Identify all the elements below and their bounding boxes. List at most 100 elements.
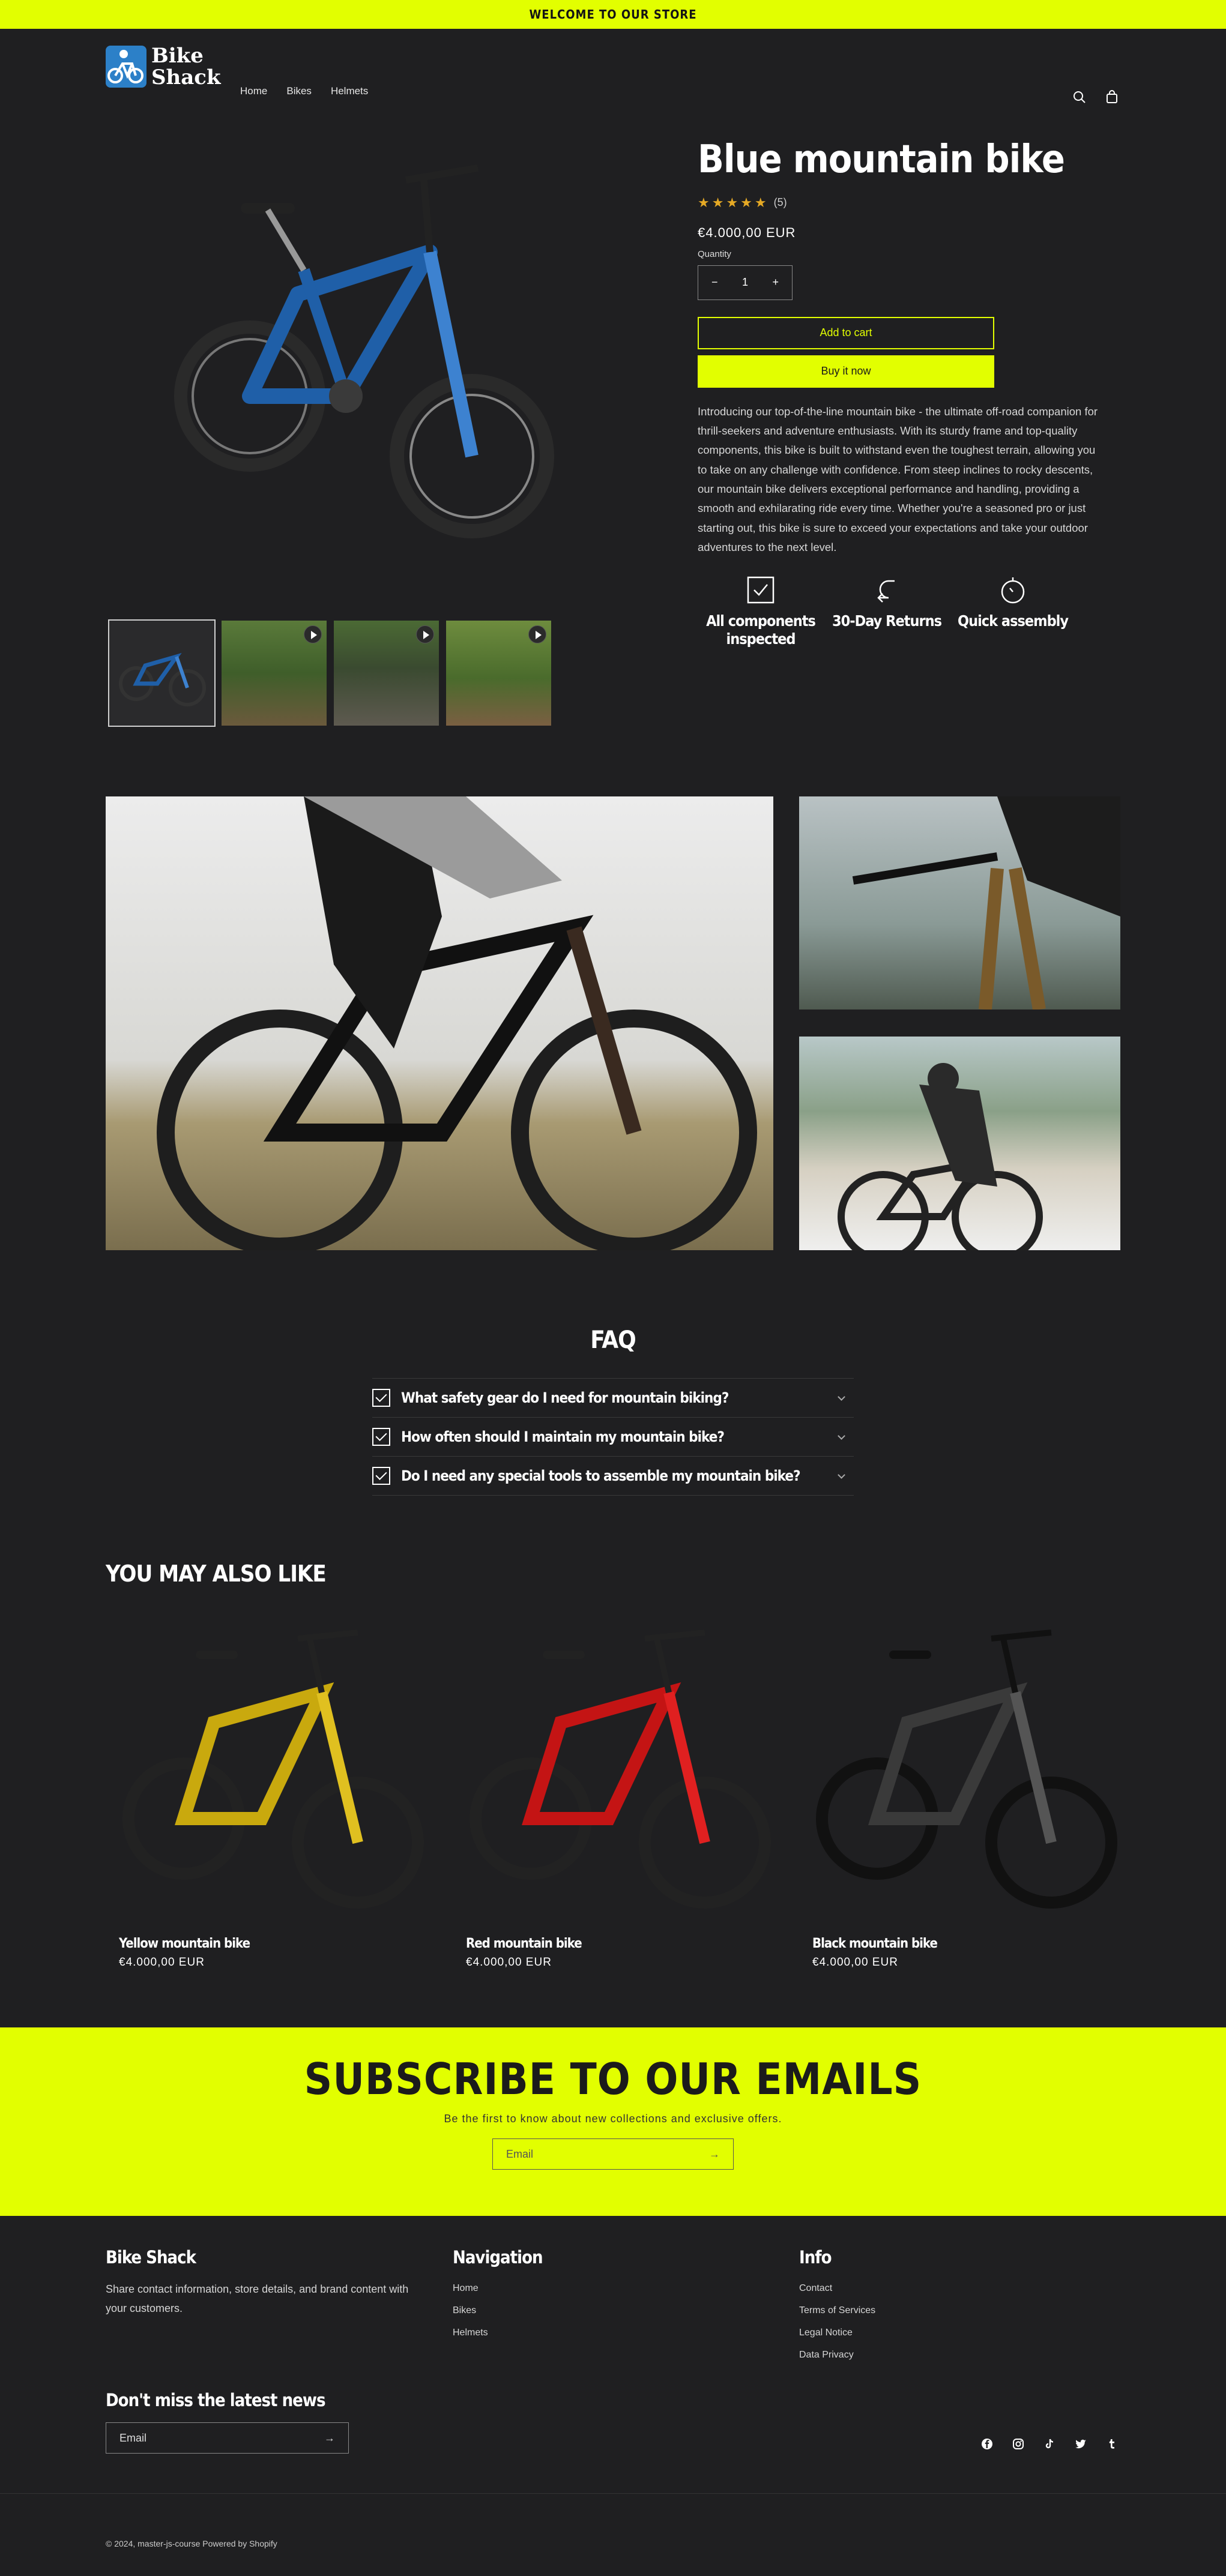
product-title: Blue mountain bike [698,137,1065,182]
product-card-name[interactable]: Red mountain bike [453,1936,786,1951]
nav-bikes[interactable]: Bikes [286,85,312,97]
nav-helmets[interactable]: Helmets [331,85,368,97]
brand-line-2: Shack [151,65,221,89]
product-card-price: €4.000,00 EUR [119,1956,205,1969]
footer-navigation: Navigation Home Bikes Helmets [453,2247,543,2338]
faq-item[interactable]: What safety gear do I need for mountain … [372,1379,854,1418]
product-card-price: €4.000,00 EUR [812,1956,898,1969]
footer-link-helmets[interactable]: Helmets [453,2328,543,2338]
announcement-text: WELCOME TO OUR STORE [529,7,697,22]
play-icon [528,625,546,643]
email-placeholder: Email [119,2431,147,2444]
site-footer: Bike Shack Share contact information, st… [0,2216,1226,2576]
product-price: €4.000,00 EUR [698,224,796,240]
stopwatch-icon [1001,577,1025,604]
return-arrow-icon [877,580,895,603]
product-card-yellow[interactable]: Yellow mountain bike €4.000,00 EUR [106,1602,439,1969]
add-to-cart-button[interactable]: Add to cart [698,316,994,349]
product-card-black[interactable]: Black mountain bike €4.000,00 EUR [799,1602,1132,1969]
rating-stars: ★★★★★ [698,194,769,210]
footer-news-title: Don't miss the latest news [106,2390,326,2410]
nav-home[interactable]: Home [240,85,267,97]
product-rating[interactable]: ★★★★★ (5) [698,195,1100,211]
arrow-right-icon[interactable]: → [324,2432,335,2445]
quantity-stepper: − 1 + [698,265,793,300]
collage-image-rider-large [106,796,773,1250]
footer-link-legal[interactable]: Legal Notice [799,2328,875,2338]
newsletter-email-input[interactable]: Email → [492,2138,734,2170]
quantity-value[interactable]: 1 [742,276,748,289]
chevron-down-icon [838,1432,845,1440]
footer-link-terms[interactable]: Terms of Services [799,2305,875,2316]
footer-newsletter: Don't miss the latest news Email → [106,2390,349,2454]
feature-list: All components inspected 30-Day Returns … [698,574,1100,648]
chevron-down-icon [838,1393,845,1401]
feature-label: Quick assembly [957,612,1069,630]
social-links [981,2438,1118,2450]
faq-item[interactable]: How often should I maintain my mountain … [372,1418,854,1457]
faq-question: Do I need any special tools to assemble … [401,1467,801,1484]
product-main-image[interactable] [166,144,598,576]
quantity-decrease-button[interactable]: − [711,276,718,289]
checkbox-icon [372,1428,390,1446]
quantity-increase-button[interactable]: + [772,276,779,289]
thumbnail-bike[interactable] [108,619,216,727]
faq-section: FAQ What safety gear do I need for mount… [372,1326,854,1496]
tumblr-icon[interactable] [1106,2438,1118,2450]
newsletter-section: SUBSCRIBE TO OUR EMAILS Be the first to … [0,2027,1226,2216]
collage-image-trail [799,1037,1120,1250]
facebook-icon[interactable] [981,2438,993,2450]
faq-item[interactable]: Do I need any special tools to assemble … [372,1457,854,1496]
instagram-icon[interactable] [1012,2438,1024,2450]
footer-brand-text: Share contact information, store details… [106,2283,409,2314]
thumbnail-video-3[interactable] [446,621,551,726]
product-card-image[interactable] [453,1602,786,1927]
buy-now-button[interactable]: Buy it now [698,355,994,388]
footer-link-home[interactable]: Home [453,2283,543,2294]
twitter-icon[interactable] [1075,2438,1087,2450]
feature-returns: 30-Day Returns [824,574,950,648]
play-icon [304,625,322,643]
footer-divider [0,2493,1226,2494]
thumbnail-video-1[interactable] [222,621,327,726]
feature-label: 30-Day Returns [832,612,942,630]
faq-question: How often should I maintain my mountain … [401,1428,725,1445]
feature-inspected: All components inspected [698,574,824,648]
feature-label: All components inspected [706,612,816,648]
arrow-right-icon[interactable]: → [709,2148,720,2161]
email-placeholder: Email [506,2147,534,2160]
collage-image-handlebar [799,796,1120,1010]
product-card-price: €4.000,00 EUR [466,1956,552,1969]
footer-email-input[interactable]: Email → [106,2422,349,2454]
newsletter-text: Be the first to know about new collectio… [444,2113,782,2125]
footer-brand-title: Bike Shack [106,2247,196,2268]
product-card-red[interactable]: Red mountain bike €4.000,00 EUR [453,1602,786,1969]
faq-question: What safety gear do I need for mountain … [401,1389,729,1406]
product-info: Blue mountain bike ★★★★★ (5) €4.000,00 E… [698,132,1100,648]
thumbnail-strip [108,619,551,727]
tiktok-icon[interactable] [1043,2438,1055,2450]
product-card-image[interactable] [106,1602,439,1927]
feature-assembly: Quick assembly [950,574,1076,648]
footer-link-bikes[interactable]: Bikes [453,2305,543,2316]
footer-link-contact[interactable]: Contact [799,2283,875,2294]
thumbnail-video-2[interactable] [334,621,439,726]
site-header: Bike Shack Home Bikes Helmets [0,29,1226,107]
footer-brand: Bike Shack Share contact information, st… [106,2247,430,2318]
search-icon[interactable] [1071,89,1088,106]
main-nav: Home Bikes Helmets [240,85,368,97]
checkbox-icon [372,1389,390,1407]
product-card-image[interactable] [799,1602,1132,1927]
cart-icon[interactable] [1104,89,1120,106]
product-card-name[interactable]: Yellow mountain bike [106,1936,439,1951]
footer-info: Info Contact Terms of Services Legal Not… [799,2247,875,2361]
logo-bike-icon [106,46,146,88]
product-card-name[interactable]: Black mountain bike [799,1936,1132,1951]
announcement-bar: WELCOME TO OUR STORE [0,0,1226,29]
footer-info-title: Info [799,2247,832,2268]
copyright-text: © 2024, master-js-course Powered by Shop… [106,2539,277,2548]
rating-count: (5) [773,196,787,209]
newsletter-title: SUBSCRIBE TO OUR EMAILS [304,2054,922,2104]
brand-logo[interactable]: Bike Shack [106,45,221,88]
footer-link-privacy[interactable]: Data Privacy [799,2350,875,2361]
